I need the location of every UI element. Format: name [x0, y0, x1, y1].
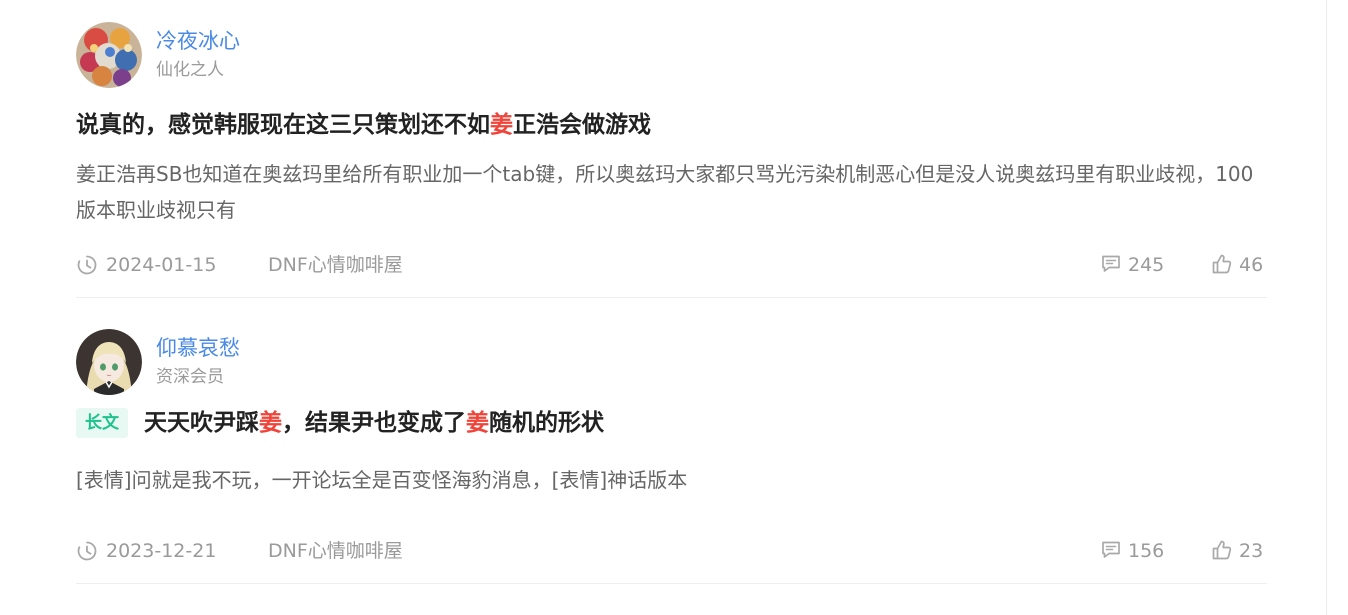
post-excerpt[interactable]: 姜正浩再SB也知道在奥兹玛里给所有职业加一个tab键，所以奥兹玛大家都只骂光污染… [76, 156, 1267, 228]
post-card: 仰慕哀愁 资深会员 长文 天天吹尹踩姜，结果尹也变成了姜随机的形状 [表情]问就是… [76, 298, 1267, 584]
long-post-badge: 长文 [76, 408, 128, 438]
thumbs-up-icon [1212, 254, 1232, 274]
clock-icon [77, 541, 97, 561]
post-title-text: 天天吹尹踩 [144, 410, 259, 436]
like-count: 23 [1239, 540, 1264, 562]
post-meta: 2024-01-15 DNF心情咖啡屋 245 46 [76, 252, 1267, 278]
post-title-keyword: 姜 [490, 112, 513, 138]
post-list: 冷夜冰心 仙化之人 说真的，感觉韩服现在这三只策划还不如姜正浩会做游戏 姜正浩再… [76, 0, 1267, 584]
comment-icon [1102, 255, 1120, 272]
avatar[interactable] [76, 329, 142, 395]
post-date: 2023-12-21 [106, 540, 217, 562]
scroll-region-edge [1326, 0, 1327, 615]
forum-link[interactable]: DNF心情咖啡屋 [268, 538, 403, 564]
like-button[interactable]: 23 [1211, 538, 1263, 564]
post-feed-page: 冷夜冰心 仙化之人 说真的，感觉韩服现在这三只策划还不如姜正浩会做游戏 姜正浩再… [0, 0, 1348, 615]
post-title[interactable]: 说真的，感觉韩服现在这三只策划还不如姜正浩会做游戏 [76, 108, 651, 142]
author-rank: 仙化之人 [156, 60, 224, 80]
comment-icon [1102, 541, 1120, 558]
clock-icon [77, 255, 97, 275]
avatar[interactable] [76, 22, 142, 88]
post-title-keyword: 姜 [466, 410, 489, 436]
like-button[interactable]: 46 [1211, 252, 1263, 278]
forum-link[interactable]: DNF心情咖啡屋 [268, 252, 403, 278]
post-card: 冷夜冰心 仙化之人 说真的，感觉韩服现在这三只策划还不如姜正浩会做游戏 姜正浩再… [76, 0, 1267, 298]
comment-count: 245 [1128, 254, 1165, 276]
post-meta: 2023-12-21 DNF心情咖啡屋 156 23 [76, 538, 1267, 564]
comment-button[interactable]: 156 [1100, 538, 1164, 564]
post-title-text: 说真的，感觉韩服现在这三只策划还不如 [76, 112, 490, 138]
post-title-text: 正浩会做游戏 [513, 112, 651, 138]
like-count: 46 [1239, 254, 1264, 276]
author-name[interactable]: 冷夜冰心 [156, 27, 240, 55]
thumbs-up-icon [1212, 540, 1232, 560]
post-date: 2024-01-15 [106, 254, 217, 276]
post-divider [76, 583, 1267, 584]
author-name[interactable]: 仰慕哀愁 [156, 334, 240, 362]
author-rank: 资深会员 [156, 367, 224, 387]
post-title-keyword: 姜 [259, 410, 282, 436]
comment-button[interactable]: 245 [1100, 252, 1164, 278]
post-title[interactable]: 长文 天天吹尹踩姜，结果尹也变成了姜随机的形状 [76, 406, 604, 440]
post-excerpt[interactable]: [表情]问就是我不玩，一开论坛全是百变怪海豹消息，[表情]神话版本 [76, 462, 1267, 498]
post-title-text: 随机的形状 [489, 410, 604, 436]
comment-count: 156 [1128, 540, 1165, 562]
post-title-text: ，结果尹也变成了 [282, 410, 466, 436]
